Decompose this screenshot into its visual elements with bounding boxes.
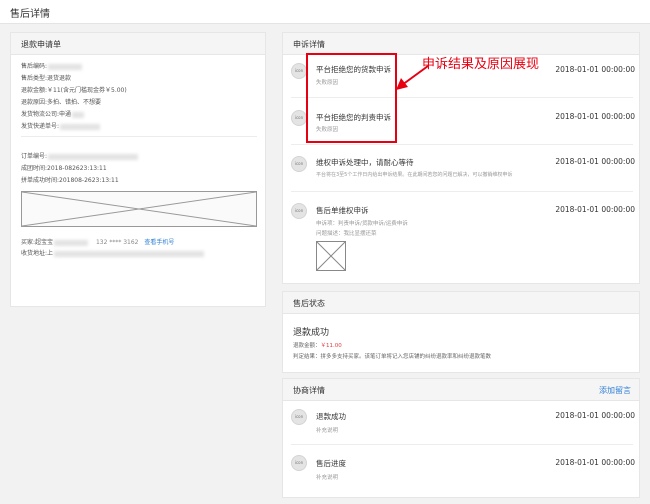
avatar-icon: icon xyxy=(291,455,307,471)
annotation-text: 申诉结果及原因展现 xyxy=(422,57,540,72)
after-sale-status-title: 售后状态 xyxy=(293,299,325,308)
order-number: 订单编号: xyxy=(21,151,139,160)
add-message-link[interactable]: 添加留言 xyxy=(599,385,631,396)
buyer-info: 买家:超宝宝 132 **** 3162 查看手机号 xyxy=(21,239,175,246)
negotiation-item-subtitle: 补充说明 xyxy=(316,428,339,434)
product-image-placeholder xyxy=(21,191,257,227)
negotiation-item-title: 退款成功 xyxy=(316,412,346,421)
item-divider xyxy=(291,191,633,192)
complaint-item-time: 2018-01-01 00:00:00 xyxy=(555,112,635,121)
page-title: 售后详情 xyxy=(10,9,50,20)
refund-application-panel: 退款申请单 售后编码: 售后类型:退货退款 退款金额:￥11(含元门槛现金券￥5… xyxy=(10,32,266,307)
refund-amount-line: 退款金额：￥11.00 xyxy=(293,343,342,349)
logistics-company: 发货物流公司:申通 xyxy=(21,109,85,118)
item-divider xyxy=(291,444,633,445)
negotiation-item-time: 2018-01-01 00:00:00 xyxy=(555,411,635,420)
negotiation-details-title: 协商详情 xyxy=(293,386,325,395)
avatar-icon: icon xyxy=(291,110,307,126)
refund-reason: 退款原因:多拍、错拍、不想要 xyxy=(21,99,102,106)
placeholder-cross xyxy=(316,241,346,271)
complaint-item-subtitle: 平台将在3至5个工作日内给出申诉结果。在此期间若您的问题已解决，可以撤销维权申诉 xyxy=(316,172,513,178)
avatar-icon: icon xyxy=(291,156,307,172)
item-divider xyxy=(291,144,633,145)
judgment-result: 判定结果：拼多多支持买家。该笔订单将记入您店铺的纠纷退款率和纠纷退款笔数 xyxy=(293,354,492,360)
refund-status: 退款成功 xyxy=(293,328,330,338)
avatar-icon: icon xyxy=(291,203,307,219)
negotiation-details-panel: 协商详情 添加留言 icon 退款成功 补充说明 2018-01-01 00:0… xyxy=(282,378,640,498)
placeholder-cross xyxy=(22,192,256,226)
refund-application-title: 退款申请单 xyxy=(21,40,61,49)
after-sale-code: 售后编码: xyxy=(21,61,83,70)
shipping-address: 收货地址:上 xyxy=(21,248,205,257)
negotiation-details-header: 协商详情 添加留言 xyxy=(283,379,639,401)
refund-amount-value: ￥11.00 xyxy=(320,343,342,349)
complaint-item-title: 售后单维权申诉 xyxy=(316,206,369,215)
complaint-item-title: 维权申诉处理中，请耐心等待 xyxy=(316,158,414,167)
evidence-image-placeholder[interactable] xyxy=(316,241,346,271)
complaint-item-subtitle: 申诉项：判责申诉/货款申诉/运费申诉 xyxy=(316,221,408,227)
complaint-item-time: 2018-01-01 00:00:00 xyxy=(555,205,635,214)
refund-application-header: 退款申请单 xyxy=(11,33,265,55)
tracking-number: 发货快递单号: xyxy=(21,121,101,130)
section-divider xyxy=(21,136,257,137)
avatar-icon: icon xyxy=(291,409,307,425)
after-sale-status-header: 售后状态 xyxy=(283,292,639,314)
highlight-box xyxy=(306,53,397,143)
top-bar: 售后详情 xyxy=(0,0,650,24)
negotiation-item-time: 2018-01-01 00:00:00 xyxy=(555,458,635,467)
complaint-details-title: 申诉详情 xyxy=(293,40,325,49)
complaint-details-header: 申诉详情 xyxy=(283,33,639,55)
complaint-item-time: 2018-01-01 00:00:00 xyxy=(555,157,635,166)
buyer-phone: 132 **** 3162 xyxy=(95,239,139,246)
view-phone-link[interactable]: 查看手机号 xyxy=(144,239,174,246)
complaint-item-time: 2018-01-01 00:00:00 xyxy=(555,65,635,74)
negotiation-item-subtitle: 补充说明 xyxy=(316,475,339,481)
refund-amount: 退款金额:￥11(含元门槛现金券￥5.00) xyxy=(21,87,127,94)
group-success-time: 拼单成功时间:201808-2623:13:11 xyxy=(21,177,119,184)
group-time: 成团时间:2018-082623:13:11 xyxy=(21,165,107,172)
complaint-item-description: 问题描述：我比显摆还菜 xyxy=(316,231,377,237)
avatar-icon: icon xyxy=(291,63,307,79)
negotiation-item-title: 售后进度 xyxy=(316,459,346,468)
after-sale-status-panel: 售后状态 退款成功 退款金额：￥11.00 判定结果：拼多多支持买家。该笔订单将… xyxy=(282,291,640,373)
after-sale-type: 售后类型:退货退款 xyxy=(21,75,72,82)
